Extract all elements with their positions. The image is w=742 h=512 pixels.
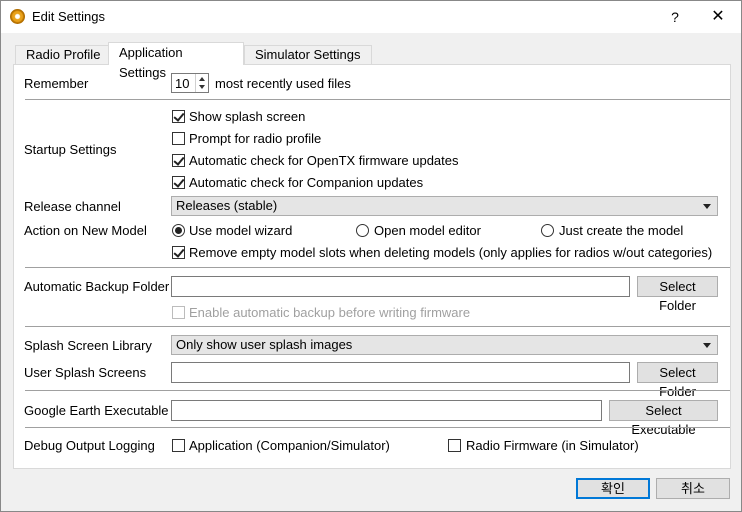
edit-settings-dialog: Edit Settings ? ✕ Radio Profile Applicat… <box>0 0 742 512</box>
debug-application-label: Application (Companion/Simulator) <box>189 438 390 453</box>
google-earth-label: Google Earth Executable <box>24 403 169 418</box>
prompt-radio-profile-label: Prompt for radio profile <box>189 131 322 146</box>
startup-settings-label: Startup Settings <box>24 142 117 157</box>
show-splash-checkbox[interactable] <box>172 110 185 123</box>
application-settings-panel: Remember 10 most recently used files Sta… <box>13 64 731 469</box>
title-bar[interactable]: Edit Settings ? ✕ <box>1 1 741 33</box>
chevron-down-icon <box>703 343 711 348</box>
spin-down-icon[interactable] <box>199 85 205 89</box>
tab-radio-profile[interactable]: Radio Profile <box>15 45 112 64</box>
open-model-editor-radio[interactable] <box>356 224 369 237</box>
release-channel-label: Release channel <box>24 199 121 214</box>
debug-logging-label: Debug Output Logging <box>24 438 155 453</box>
enable-backup-checkbox[interactable] <box>172 306 185 319</box>
check-opentx-updates-checkbox[interactable] <box>172 154 185 167</box>
prompt-radio-profile-checkbox[interactable] <box>172 132 185 145</box>
separator <box>25 99 730 100</box>
recent-files-spinbox[interactable]: 10 <box>171 73 209 93</box>
debug-radio-firmware-checkbox[interactable] <box>448 439 461 452</box>
just-create-model-radio[interactable] <box>541 224 554 237</box>
separator <box>25 267 730 268</box>
splash-library-label: Splash Screen Library <box>24 338 152 353</box>
backup-folder-label: Automatic Backup Folder <box>24 279 170 294</box>
google-earth-input[interactable] <box>171 400 602 421</box>
ok-button[interactable]: 확인 <box>576 478 650 499</box>
spin-up-icon[interactable] <box>199 77 205 81</box>
user-splash-input[interactable] <box>171 362 630 383</box>
splash-library-select[interactable]: Only show user splash images <box>171 335 718 355</box>
show-splash-label: Show splash screen <box>189 109 306 124</box>
check-companion-updates-label: Automatic check for Companion updates <box>189 175 424 190</box>
user-splash-select-folder-button[interactable]: Select Folder <box>637 362 718 399</box>
user-splash-label: User Splash Screens <box>24 365 147 380</box>
remove-empty-slots-label: Remove empty model slots when deleting m… <box>189 245 713 260</box>
recent-files-suffix: most recently used files <box>215 76 351 91</box>
new-model-action-label: Action on New Model <box>24 223 147 238</box>
check-opentx-updates-label: Automatic check for OpenTX firmware upda… <box>189 153 459 168</box>
tab-application-settings[interactable]: Application Settings <box>108 42 244 80</box>
open-model-editor-label: Open model editor <box>374 223 481 238</box>
debug-radio-firmware-label: Radio Firmware (in Simulator) <box>466 438 639 453</box>
release-channel-value: Releases (stable) <box>176 198 278 213</box>
just-create-model-label: Just create the model <box>559 223 684 238</box>
window-title: Edit Settings <box>32 9 105 24</box>
help-button[interactable]: ? <box>663 5 687 29</box>
separator <box>25 427 730 428</box>
remember-label: Remember <box>24 76 89 91</box>
enable-backup-label: Enable automatic backup before writing f… <box>189 305 471 320</box>
separator <box>25 326 730 327</box>
debug-application-checkbox[interactable] <box>172 439 185 452</box>
recent-files-value: 10 <box>175 76 190 91</box>
select-executable-button[interactable]: Select Executable <box>609 400 718 437</box>
backup-select-folder-button[interactable]: Select Folder <box>637 276 718 313</box>
release-channel-select[interactable]: Releases (stable) <box>171 196 718 216</box>
close-button[interactable]: ✕ <box>705 5 731 29</box>
backup-folder-input[interactable] <box>171 276 630 297</box>
remove-empty-slots-checkbox[interactable] <box>172 246 185 259</box>
cancel-button[interactable]: 취소 <box>656 478 730 499</box>
spin-arrows[interactable] <box>195 74 208 92</box>
tab-simulator-settings[interactable]: Simulator Settings <box>244 45 372 64</box>
use-model-wizard-radio[interactable] <box>172 224 185 237</box>
check-companion-updates-checkbox[interactable] <box>172 176 185 189</box>
use-model-wizard-label: Use model wizard <box>189 223 293 238</box>
separator <box>25 390 730 391</box>
companion-app-icon <box>10 9 25 24</box>
splash-library-value: Only show user splash images <box>176 337 353 352</box>
chevron-down-icon <box>703 204 711 209</box>
